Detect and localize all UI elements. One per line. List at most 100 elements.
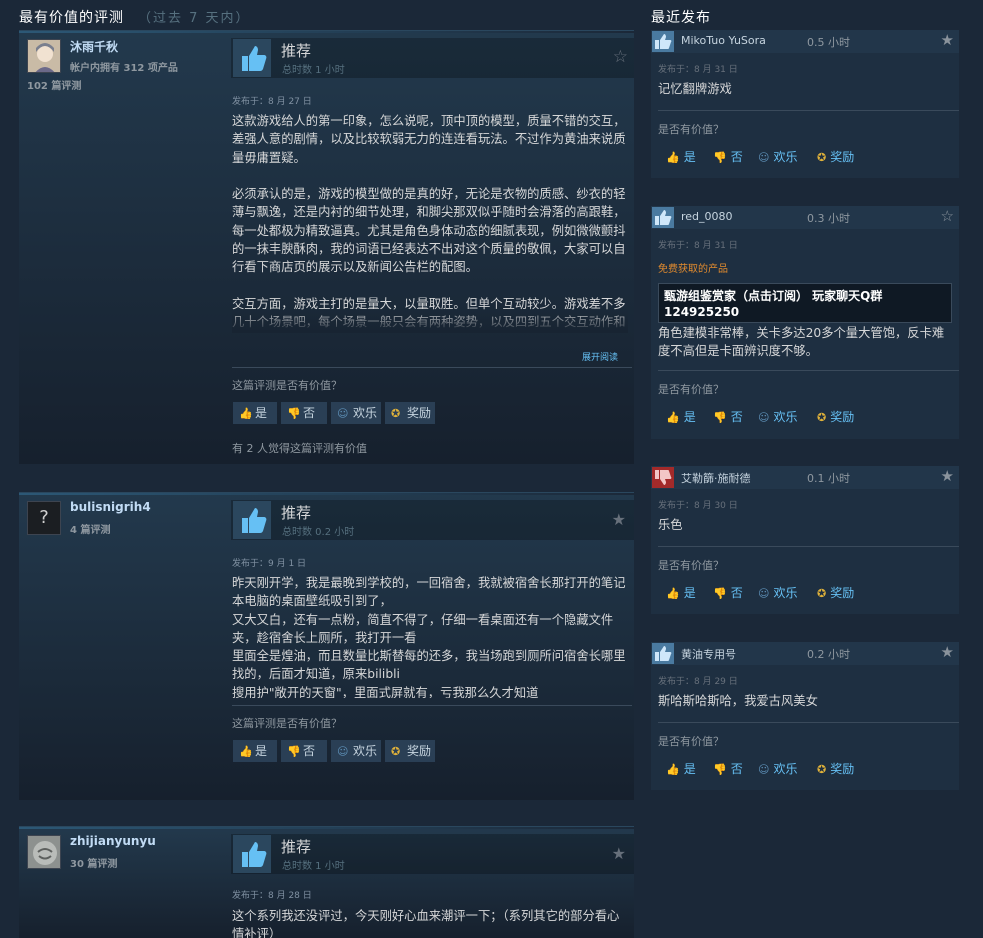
thumbs-down-icon: 👎 <box>713 587 727 600</box>
vote-yes-button[interactable]: 👍 是 <box>666 584 696 601</box>
recommendation-title: 推荐 <box>281 42 312 60</box>
vote-funny-button[interactable]: ☺ 欢乐 <box>331 740 381 762</box>
hours-played: 0.2 小时 <box>807 648 850 661</box>
vote-funny-button[interactable]: ☺ 欢乐 <box>758 760 797 777</box>
posted-date: 发布于：8 月 31 日 <box>658 241 738 251</box>
reviewer-name[interactable]: red_0080 <box>681 210 733 223</box>
smiley-icon: ☺ <box>758 151 770 164</box>
vote-funny-button[interactable]: ☺ 欢乐 <box>331 402 381 424</box>
thumbs-up-icon <box>652 207 674 228</box>
thumbs-up-icon <box>233 835 271 873</box>
recent-review-header[interactable]: 艾勒篩·施耐德 0.1 小时 ★ <box>651 466 959 489</box>
star-icon[interactable]: ☆ <box>613 47 628 67</box>
helpful-question: 是否有价值？ <box>658 735 724 748</box>
reviewer-name[interactable]: MikoTuo YuSora <box>681 34 766 47</box>
recent-review-card: MikoTuo YuSora 0.5 小时 ★ 发布于：8 月 31 日 记忆翻… <box>651 30 959 178</box>
vote-yes-button[interactable]: 👍 是 <box>233 740 277 762</box>
thumbs-down-icon: 👎 <box>713 151 727 164</box>
hours-played: 总时数 1 小时 <box>282 861 345 872</box>
review-count[interactable]: 30 篇评测 <box>70 855 117 870</box>
avatar[interactable] <box>27 39 61 73</box>
award-button[interactable]: ✪ 奖励 <box>385 402 435 424</box>
most-helpful-title: 最有价值的评测 （过去 7 天内） <box>19 7 251 27</box>
vote-funny-button[interactable]: ☺ 欢乐 <box>758 408 797 425</box>
recent-review-header[interactable]: red_0080 0.3 小时 ☆ <box>651 206 959 229</box>
thumbs-down-icon: 👎 <box>287 407 301 420</box>
recommendation-title: 推荐 <box>281 838 312 856</box>
review-text: 角色建模非常棒，关卡多达20多个量大管饱，反卡难度不高但是卡面辨识度不够。 <box>658 326 945 359</box>
vote-no-button[interactable]: 👎 否 <box>713 148 743 165</box>
review-text: 斯哈斯哈斯哈，我爱古风美女 <box>658 694 818 708</box>
helpful-question: 是否有价值？ <box>658 123 724 136</box>
review-count[interactable]: 102 篇评测 <box>27 77 81 92</box>
hours-played: 总时数 0.2 小时 <box>282 527 355 538</box>
recommendation-header[interactable]: 推荐 总时数 1 小时 ☆ <box>231 38 634 78</box>
vote-yes-button[interactable]: 👍 是 <box>666 148 696 165</box>
star-icon[interactable]: ★ <box>612 844 626 863</box>
smiley-icon: ☺ <box>758 763 770 776</box>
award-button[interactable]: ✪ 奖励 <box>817 148 854 165</box>
hours-played: 0.1 小时 <box>807 472 850 485</box>
award-button[interactable]: ✪ 奖励 <box>817 584 854 601</box>
avatar[interactable] <box>27 835 61 869</box>
award-icon: ✪ <box>817 763 827 776</box>
thumbs-up-icon: 👍 <box>239 407 253 420</box>
recommendation-header[interactable]: 推荐 总时数 1 小时 ★ <box>231 834 634 874</box>
review-count[interactable]: 4 篇评测 <box>70 521 110 536</box>
award-button[interactable]: ✪ 奖励 <box>817 408 854 425</box>
star-icon[interactable]: ★ <box>941 643 954 661</box>
vote-yes-button[interactable]: 👍 是 <box>666 408 696 425</box>
vote-no-button[interactable]: 👎 否 <box>281 740 327 762</box>
avatar[interactable]: ? <box>27 501 61 535</box>
posted-date: 发布于：8 月 31 日 <box>658 65 738 75</box>
hours-played: 0.3 小时 <box>807 212 850 225</box>
review-text: 记忆翻牌游戏 <box>658 82 732 96</box>
reviewer-name[interactable]: 艾勒篩·施耐德 <box>681 470 751 486</box>
award-icon: ✪ <box>817 411 827 424</box>
vote-no-button[interactable]: 👎 否 <box>713 408 743 425</box>
review-text: 这款游戏给人的第一印象，怎么说呢，顶中顶的模型，质量不错的交互，差强人意的剧情，… <box>232 114 626 329</box>
vote-no-button[interactable]: 👎 否 <box>281 402 327 424</box>
reviewer-name[interactable]: zhijianyunyu <box>70 834 156 848</box>
hours-played: 总时数 1 小时 <box>282 65 345 76</box>
helpful-question: 这篇评测是否有价值？ <box>232 379 342 392</box>
smiley-icon: ☺ <box>758 587 770 600</box>
most-helpful-heading: 最有价值的评测 <box>19 10 124 26</box>
posted-date: 发布于：8 月 28 日 <box>232 891 312 901</box>
recommendation-title: 推荐 <box>281 504 312 522</box>
posted-date: 发布于：8 月 29 日 <box>658 677 738 687</box>
award-button[interactable]: ✪ 奖励 <box>817 760 854 777</box>
review-card: zhijianyunyu 30 篇评测 推荐 总时数 1 小时 ★ 发布于：8 … <box>19 826 634 938</box>
award-icon: ✪ <box>391 745 401 758</box>
hours-played: 0.5 小时 <box>807 36 850 49</box>
award-icon: ✪ <box>817 151 827 164</box>
review-text: 这个系列我还没评过，今天刚好心血来潮评一下；（系列其它的部分看心情补评） <box>232 909 620 938</box>
recent-review-header[interactable]: MikoTuo YuSora 0.5 小时 ★ <box>651 30 959 53</box>
star-icon[interactable]: ☆ <box>941 207 954 225</box>
recommendation-header[interactable]: 推荐 总时数 0.2 小时 ★ <box>231 500 634 540</box>
reviewer-name[interactable]: 黄油专用号 <box>681 646 736 662</box>
helpful-question: 是否有价值？ <box>658 383 724 396</box>
thumbs-up-icon <box>652 643 674 664</box>
free-product-label: 免费获取的产品 <box>658 264 728 275</box>
vote-funny-button[interactable]: ☺ 欢乐 <box>758 584 797 601</box>
review-text: 昨天刚开学，我是最晚到学校的，一回宿舍，我就被宿舍长那打开的笔记本电脑的桌面壁纸… <box>232 576 626 698</box>
products-owned[interactable]: 帐户内拥有 312 项产品 <box>70 59 178 74</box>
reviewer-name[interactable]: bulisnigrih4 <box>70 500 151 514</box>
vote-funny-button[interactable]: ☺ 欢乐 <box>758 148 797 165</box>
vote-no-button[interactable]: 👎 否 <box>713 584 743 601</box>
award-button[interactable]: ✪ 奖励 <box>385 740 435 762</box>
star-icon[interactable]: ★ <box>941 467 954 485</box>
thumbs-up-icon: 👍 <box>666 411 680 424</box>
vote-no-button[interactable]: 👎 否 <box>713 760 743 777</box>
recent-review-header[interactable]: 黄油专用号 0.2 小时 ★ <box>651 642 959 665</box>
reviewer-name[interactable]: 沐雨千秋 <box>70 38 118 55</box>
star-icon[interactable]: ★ <box>612 510 626 529</box>
vote-yes-button[interactable]: 👍 是 <box>233 402 277 424</box>
thumbs-up-icon <box>233 501 271 539</box>
posted-date: 发布于：8 月 30 日 <box>658 501 738 511</box>
star-icon[interactable]: ★ <box>941 31 954 49</box>
vote-yes-button[interactable]: 👍 是 <box>666 760 696 777</box>
thumbs-up-icon: 👍 <box>666 151 680 164</box>
expand-review-link[interactable]: 展开阅读 <box>582 350 618 363</box>
